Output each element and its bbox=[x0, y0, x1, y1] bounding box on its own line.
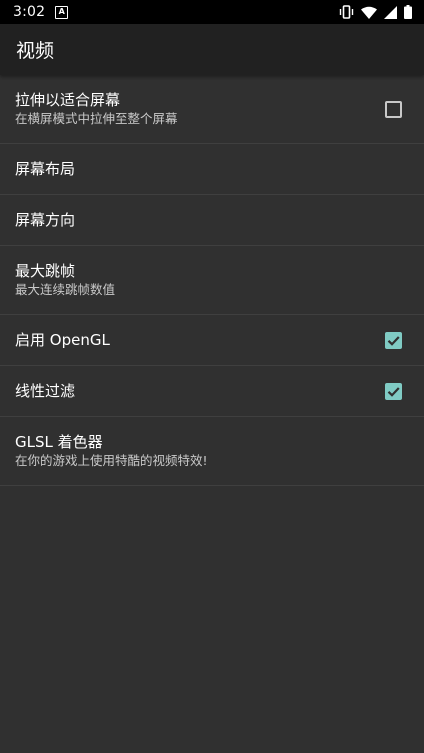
pref-screen-layout[interactable]: 屏幕布局 bbox=[0, 144, 424, 195]
opengl-checkbox[interactable] bbox=[385, 331, 402, 349]
pref-title: 最大跳帧 bbox=[15, 262, 76, 280]
status-icons bbox=[339, 0, 412, 24]
pref-title: 屏幕布局 bbox=[15, 159, 76, 178]
wifi-icon bbox=[361, 6, 377, 19]
preference-list: 拉伸以适合屏幕 在横屏模式中拉伸至整个屏幕 屏幕布局 屏幕方向 最大跳帧 最大连… bbox=[0, 75, 424, 486]
linear-filter-checkbox[interactable] bbox=[385, 382, 402, 400]
pref-title: 拉伸以适合屏幕 bbox=[15, 91, 121, 109]
pref-title: 线性过滤 bbox=[15, 381, 76, 400]
vibrate-icon bbox=[339, 5, 354, 19]
pref-stretch-to-fit[interactable]: 拉伸以适合屏幕 在横屏模式中拉伸至整个屏幕 bbox=[0, 75, 424, 144]
battery-icon bbox=[404, 5, 412, 19]
pref-max-frameskip[interactable]: 最大跳帧 最大连续跳帧数值 bbox=[0, 246, 424, 315]
pref-summary: 最大连续跳帧数值 bbox=[15, 282, 116, 297]
status-bar: 3:02 A bbox=[0, 0, 424, 24]
pref-enable-opengl[interactable]: 启用 OpenGL bbox=[0, 315, 424, 366]
pref-screen-orientation[interactable]: 屏幕方向 bbox=[0, 195, 424, 246]
check-icon bbox=[387, 335, 400, 346]
pref-linear-filter[interactable]: 线性过滤 bbox=[0, 366, 424, 417]
pref-summary: 在横屏模式中拉伸至整个屏幕 bbox=[15, 111, 178, 126]
pref-title: 启用 OpenGL bbox=[15, 330, 110, 349]
signal-icon bbox=[384, 5, 397, 19]
pref-title: 屏幕方向 bbox=[15, 210, 76, 229]
page-title: 视频 bbox=[16, 40, 55, 62]
status-time: 3:02 bbox=[13, 4, 46, 20]
notification-icon: A bbox=[55, 5, 69, 19]
toolbar: 视频 bbox=[0, 24, 424, 75]
stretch-checkbox[interactable] bbox=[385, 100, 402, 118]
pref-glsl-shader[interactable]: GLSL 着色器 在你的游戏上使用特酷的视频特效! bbox=[0, 417, 424, 486]
check-icon bbox=[387, 386, 400, 397]
pref-title: GLSL 着色器 bbox=[15, 433, 103, 451]
pref-summary: 在你的游戏上使用特酷的视频特效! bbox=[15, 453, 208, 468]
